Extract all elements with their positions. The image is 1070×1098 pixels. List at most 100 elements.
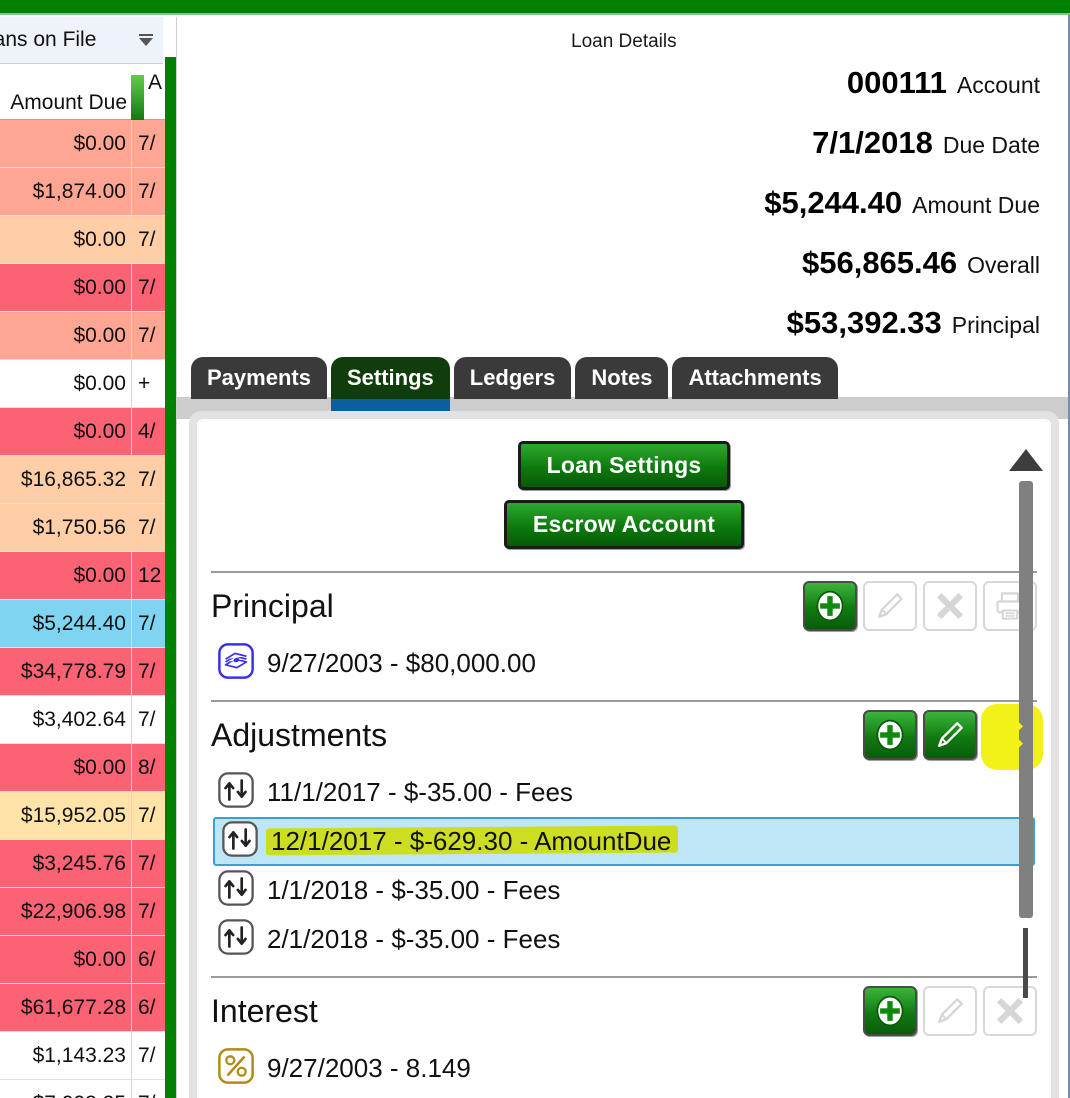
- table-row[interactable]: $22,906.98 7/: [0, 888, 176, 936]
- table-row[interactable]: $3,245.76 7/: [0, 840, 176, 888]
- section-actions: [863, 704, 1043, 770]
- cell-amount-due: $34,778.79: [20, 659, 126, 683]
- table-row[interactable]: $0.00 12: [0, 552, 176, 600]
- table-row[interactable]: $15,952.05 7/: [0, 792, 176, 840]
- table-row[interactable]: $0.00 7/: [0, 120, 176, 168]
- cell-amount-due: $0.00: [73, 131, 126, 155]
- cell-amount-due: $0.00: [73, 227, 126, 251]
- pencil-button[interactable]: [863, 581, 917, 631]
- pencil-button[interactable]: [923, 986, 977, 1036]
- table-row[interactable]: $16,865.32 7/: [0, 456, 176, 504]
- pencil-button[interactable]: [923, 710, 977, 760]
- table-row[interactable]: $1,874.00 7/: [0, 168, 176, 216]
- section-title: Adjustments: [211, 716, 388, 753]
- section-title: Interest: [211, 992, 318, 1029]
- settings-panel: Loan Settings Escrow Account Principal 9/…: [197, 419, 1051, 1098]
- tab-notes[interactable]: Notes: [575, 357, 669, 399]
- section-adjustments: Adjustments 11/1/2017 - $-35.00 - Fees 12/…: [197, 702, 1051, 964]
- tab-label: Ledgers: [469, 365, 556, 390]
- column-header-amount-due[interactable]: Amount Due: [0, 91, 131, 119]
- table-row[interactable]: $0.00 7/: [0, 312, 176, 360]
- table-row[interactable]: $61,677.28 6/: [0, 984, 176, 1032]
- table-row[interactable]: $0.00 8/: [0, 744, 176, 792]
- money-stack-icon: [217, 642, 255, 685]
- settings-buttons: Loan Settings Escrow Account: [197, 419, 1051, 559]
- list-item[interactable]: 9/27/2003 - 8.149: [211, 1044, 1037, 1093]
- cell-amount-due: $0.00: [73, 755, 126, 779]
- tab-bar: Payments Settings Ledgers Notes Attachments: [191, 355, 1070, 417]
- cell-amount-due: $1,750.56: [32, 515, 126, 539]
- cell-amount-due: $22,906.98: [20, 899, 126, 923]
- page-title: Loan Details: [571, 31, 677, 52]
- list-item[interactable]: 12/1/2017 - $-629.30 - AmountDue: [213, 817, 1035, 866]
- tab-attachments[interactable]: Attachments: [672, 357, 838, 399]
- cell-amount-due: $0.00: [73, 371, 126, 395]
- tab-payments[interactable]: Payments: [191, 357, 327, 399]
- table-row[interactable]: $1,143.23 7/: [0, 1032, 176, 1080]
- summary-value: $53,392.33: [786, 305, 942, 340]
- list-item[interactable]: 1/1/2018 - $-35.00 - Fees: [211, 866, 1037, 915]
- settings-scrollbar[interactable]: [1005, 419, 1047, 1098]
- summary-label: Overall: [967, 252, 1040, 278]
- escrow-account-button[interactable]: Escrow Account: [503, 500, 745, 549]
- cell-amount-due: $1,874.00: [32, 179, 126, 203]
- cell-amount-due: $0.00: [73, 419, 126, 443]
- section-header: Adjustments: [211, 702, 1043, 770]
- close-button[interactable]: [923, 581, 977, 631]
- list-item[interactable]: 11/1/2017 - $-35.00 - Fees: [211, 768, 1037, 817]
- column-header-a[interactable]: A: [148, 71, 162, 95]
- section-actions: [803, 581, 1037, 631]
- app-title-bar: [0, 0, 1070, 15]
- loan-summary: 000111 Account 7/1/2018 Due Date $5,244.40 Am…: [340, 65, 1040, 365]
- list-item-label: 11/1/2017 - $-35.00 - Fees: [267, 777, 573, 807]
- cell-amount-due: $0.00: [73, 323, 126, 347]
- section-title: Principal: [211, 587, 334, 624]
- up-down-arrows-icon: [217, 918, 255, 961]
- table-row[interactable]: $5,244.40 7/: [0, 600, 176, 648]
- table-row[interactable]: $0.00 6/: [0, 936, 176, 984]
- list-item-label: 9/27/2003 - $80,000.00: [267, 648, 536, 678]
- cell-amount-due: $3,245.76: [32, 851, 126, 875]
- summary-value: 7/1/2018: [812, 125, 933, 160]
- summary-row: $5,244.40 Amount Due: [340, 185, 1040, 245]
- cell-amount-due: $15,952.05: [20, 803, 126, 827]
- plus-button[interactable]: [863, 986, 917, 1036]
- table-row[interactable]: $34,778.79 7/: [0, 648, 176, 696]
- plus-button[interactable]: [863, 710, 917, 760]
- list-item[interactable]: 9/27/2003 - $80,000.00: [211, 639, 1037, 688]
- section-header: Principal: [211, 573, 1037, 639]
- summary-row: $56,865.46 Overall: [340, 245, 1040, 305]
- loans-on-file-dropdown[interactable]: oans on File: [0, 17, 163, 64]
- table-row[interactable]: $1,750.56 7/: [0, 504, 176, 552]
- tab-label: Payments: [207, 365, 311, 390]
- tab-ledgers[interactable]: Ledgers: [453, 357, 572, 399]
- grid-header-row: Amount Due A: [0, 64, 176, 120]
- table-row[interactable]: $7,003.257/: [0, 1080, 176, 1098]
- cell-amount-due: $3,402.64: [32, 707, 126, 731]
- section-header: Interest: [211, 978, 1037, 1044]
- tab-settings[interactable]: Settings: [330, 357, 450, 417]
- summary-row: 000111 Account: [340, 65, 1040, 125]
- summary-value: $56,865.46: [801, 245, 958, 280]
- app-window: oans on File Amount Due A $0.007/$1,874.…: [0, 0, 1070, 1098]
- loans-grid-panel: oans on File Amount Due A $0.007/$1,874.…: [0, 17, 176, 1098]
- table-row[interactable]: $3,402.64 7/: [0, 696, 176, 744]
- table-row[interactable]: $0.00 +: [0, 360, 176, 408]
- table-row[interactable]: $0.00 7/: [0, 216, 176, 264]
- list-item[interactable]: 2/1/2018 - $-35.00 - Fees: [211, 915, 1037, 964]
- loan-settings-button[interactable]: Loan Settings: [517, 441, 731, 490]
- summary-label: Account: [956, 72, 1040, 98]
- list-item-label: 12/1/2017 - $-629.30 - AmountDue: [271, 826, 672, 856]
- scroll-up-arrow-icon[interactable]: [1009, 449, 1043, 471]
- table-row[interactable]: $0.00 7/: [0, 264, 176, 312]
- cell-amount-due: $0.00: [73, 947, 126, 971]
- scrollbar-track[interactable]: [1019, 481, 1033, 1098]
- section-interest: Interest 9/27/2003 - 8.149: [197, 978, 1051, 1093]
- scrollbar-thumb[interactable]: [1019, 481, 1033, 918]
- grid-right-divider: [165, 57, 176, 1098]
- cell-amount-due: $1,143.23: [32, 1043, 126, 1067]
- tab-label: Notes: [591, 365, 653, 390]
- table-row[interactable]: $0.00 4/: [0, 408, 176, 456]
- plus-button[interactable]: [803, 581, 857, 631]
- chevron-down-icon[interactable]: [139, 34, 155, 48]
